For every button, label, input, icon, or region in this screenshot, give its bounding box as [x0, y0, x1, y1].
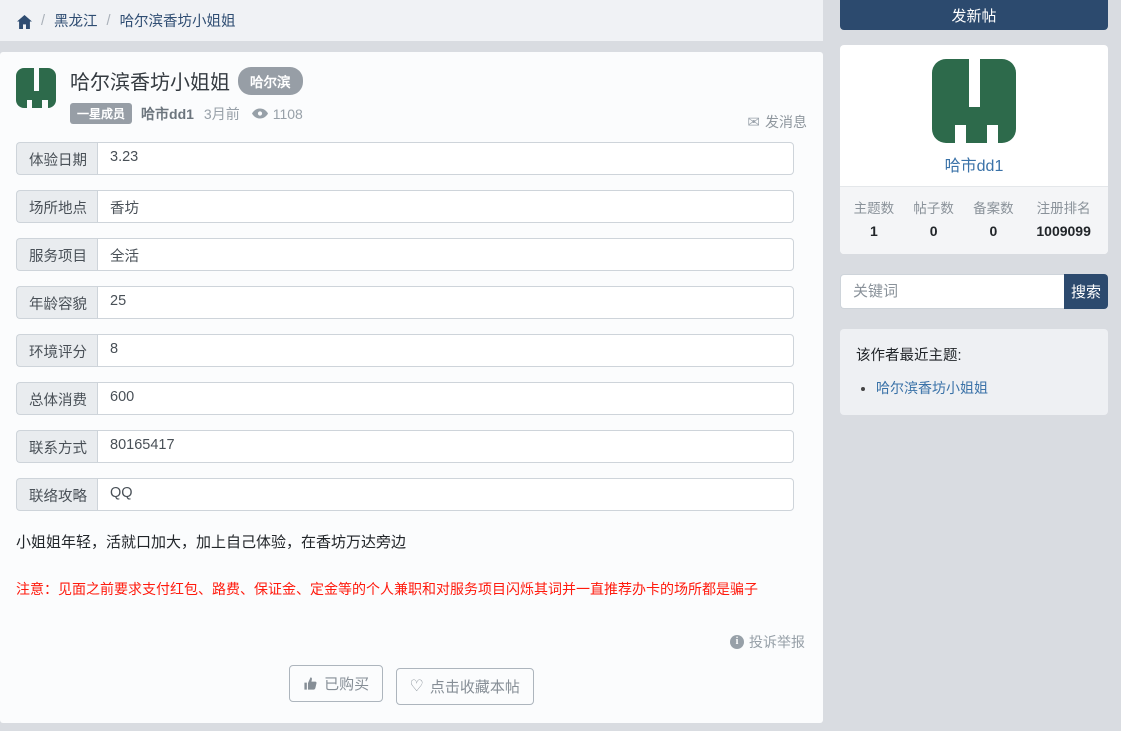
breadcrumb: / 黑龙江 / 哈尔滨香坊小姐姐 — [0, 0, 823, 41]
field-row: 场所地点 香坊 — [16, 190, 794, 223]
author-name-link[interactable]: 哈市dd1 — [852, 152, 1096, 176]
stat-item: 主题数 1 — [844, 197, 904, 239]
region-badge: 哈尔滨 — [238, 67, 303, 95]
stat-value: 1 — [844, 223, 904, 239]
post-body-text: 小姐姐年轻，活就口加大，加上自己体验，在香坊万达旁边 — [16, 531, 807, 552]
main-column: / 黑龙江 / 哈尔滨香坊小姐姐 哈尔滨香坊小姐姐 哈尔滨 一星成员 哈市dd1… — [0, 0, 823, 723]
field-label: 场所地点 — [16, 190, 97, 223]
field-label: 体验日期 — [16, 142, 97, 175]
post-author[interactable]: 哈市dd1 — [141, 104, 194, 124]
avatar-logo-shape — [969, 59, 980, 107]
report-link[interactable]: i 投诉举报 — [730, 632, 805, 652]
field-row: 联系方式 80165417 — [16, 430, 794, 463]
post-time: 3月前 — [204, 104, 240, 124]
member-level-badge: 一星成员 — [70, 103, 132, 124]
post-header: 哈尔滨香坊小姐姐 哈尔滨 一星成员 哈市dd1 3月前 1108 ✉ 发消息 — [16, 66, 807, 124]
field-value[interactable]: 25 — [97, 286, 794, 319]
stat-label: 主题数 — [844, 197, 904, 217]
post-card: 哈尔滨香坊小姐姐 哈尔滨 一星成员 哈市dd1 3月前 1108 ✉ 发消息 — [0, 52, 823, 723]
thumbs-up-icon — [303, 676, 318, 691]
search-button[interactable]: 搜索 — [1064, 274, 1108, 309]
stat-item: 帖子数 0 — [904, 197, 964, 239]
search-bar: 搜索 — [840, 274, 1108, 309]
field-row: 体验日期 3.23 — [16, 142, 794, 175]
field-row: 联络攻略 QQ — [16, 478, 794, 511]
purchased-button[interactable]: 已购买 — [289, 665, 383, 702]
stat-value: 1009099 — [1023, 223, 1104, 239]
field-value[interactable]: QQ — [97, 478, 794, 511]
field-row: 服务项目 全活 — [16, 238, 794, 271]
field-value[interactable]: 8 — [97, 334, 794, 367]
breadcrumb-separator: / — [107, 13, 111, 29]
home-icon[interactable] — [17, 15, 32, 29]
avatar-logo-shape — [34, 68, 39, 91]
author-card: 哈市dd1 主题数 1 帖子数 0 备案数 0 — [840, 45, 1108, 254]
search-input[interactable] — [840, 274, 1064, 309]
field-label: 联系方式 — [16, 430, 97, 463]
send-message-link[interactable]: ✉ 发消息 — [747, 112, 807, 132]
stat-item: 注册排名 1009099 — [1023, 197, 1104, 239]
field-label: 总体消费 — [16, 382, 97, 415]
recent-topics-title: 该作者最近主题: — [856, 344, 1092, 365]
field-label: 联络攻略 — [16, 478, 97, 511]
sidebar: 发新帖 哈市dd1 主题数 1 帖子数 0 — [823, 0, 1121, 731]
field-label: 环境评分 — [16, 334, 97, 367]
envelope-icon: ✉ — [747, 113, 760, 131]
field-label: 年龄容貌 — [16, 286, 97, 319]
stat-item: 备案数 0 — [964, 197, 1024, 239]
view-count: 1108 — [252, 106, 303, 122]
author-stats: 主题数 1 帖子数 0 备案数 0 注册排名 1009099 — [840, 186, 1108, 254]
recent-topics-list: 哈尔滨香坊小姐姐 — [856, 378, 1092, 398]
recent-topic-link[interactable]: 哈尔滨香坊小姐姐 — [876, 380, 988, 396]
scam-warning-text: 注意：见面之前要求支付红包、路费、保证金、定金等的个人兼职和对服务项目闪烁其词并… — [16, 579, 807, 599]
author-avatar — [932, 59, 1016, 143]
field-value[interactable]: 全活 — [97, 238, 794, 271]
post-actions: 已购买 ♡点击收藏本帖 — [16, 665, 807, 706]
breadcrumb-current-post[interactable]: 哈尔滨香坊小姐姐 — [120, 10, 236, 31]
field-value[interactable]: 3.23 — [97, 142, 794, 175]
stat-value: 0 — [904, 223, 964, 239]
heart-icon: ♡ — [410, 679, 424, 695]
field-label: 服务项目 — [16, 238, 97, 271]
post-avatar — [16, 68, 56, 108]
stat-label: 帖子数 — [904, 197, 964, 217]
post-title: 哈尔滨香坊小姐姐 — [70, 66, 230, 95]
post-fields: 体验日期 3.23 场所地点 香坊 服务项目 全活 年龄容貌 25 — [16, 142, 794, 511]
field-row: 总体消费 600 — [16, 382, 794, 415]
breadcrumb-link-province[interactable]: 黑龙江 — [54, 10, 98, 31]
stat-label: 注册排名 — [1023, 197, 1104, 217]
new-post-button[interactable]: 发新帖 — [840, 0, 1108, 30]
recent-topic-item: 哈尔滨香坊小姐姐 — [876, 378, 1092, 398]
favorite-button[interactable]: ♡点击收藏本帖 — [396, 668, 534, 705]
breadcrumb-separator: / — [41, 13, 45, 29]
field-value[interactable]: 80165417 — [97, 430, 794, 463]
report-row: i 投诉举报 — [16, 631, 807, 652]
stat-label: 备案数 — [964, 197, 1024, 217]
eye-icon — [252, 108, 268, 119]
field-value[interactable]: 600 — [97, 382, 794, 415]
field-row: 环境评分 8 — [16, 334, 794, 367]
field-row: 年龄容貌 25 — [16, 286, 794, 319]
stat-value: 0 — [964, 223, 1024, 239]
field-value[interactable]: 香坊 — [97, 190, 794, 223]
info-icon: i — [730, 635, 744, 649]
recent-topics-card: 该作者最近主题: 哈尔滨香坊小姐姐 — [840, 329, 1108, 415]
